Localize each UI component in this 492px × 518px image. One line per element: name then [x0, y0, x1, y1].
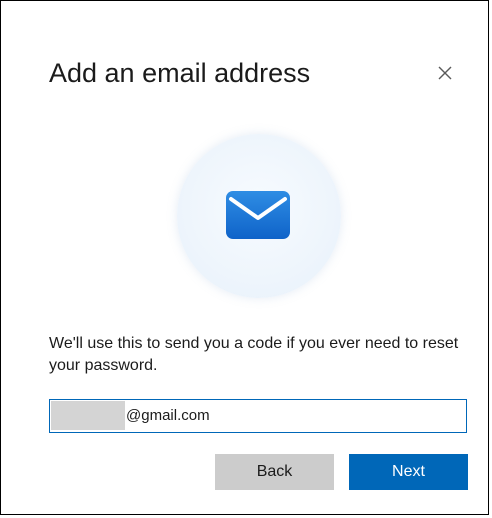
dialog-title: Add an email address — [49, 58, 311, 88]
close-icon[interactable] — [433, 61, 457, 85]
hero-illustration — [177, 134, 341, 298]
redacted-username — [51, 401, 125, 430]
description-text: We'll use this to send you a code if you… — [49, 335, 459, 374]
email-input[interactable]: @gmail.com — [49, 399, 467, 433]
next-button[interactable]: Next — [349, 454, 468, 490]
back-button[interactable]: Back — [215, 454, 334, 490]
mail-icon — [225, 190, 291, 240]
email-input-value: @gmail.com — [126, 407, 210, 424]
add-email-dialog: Add an email address We'll use this to s… — [0, 0, 489, 515]
